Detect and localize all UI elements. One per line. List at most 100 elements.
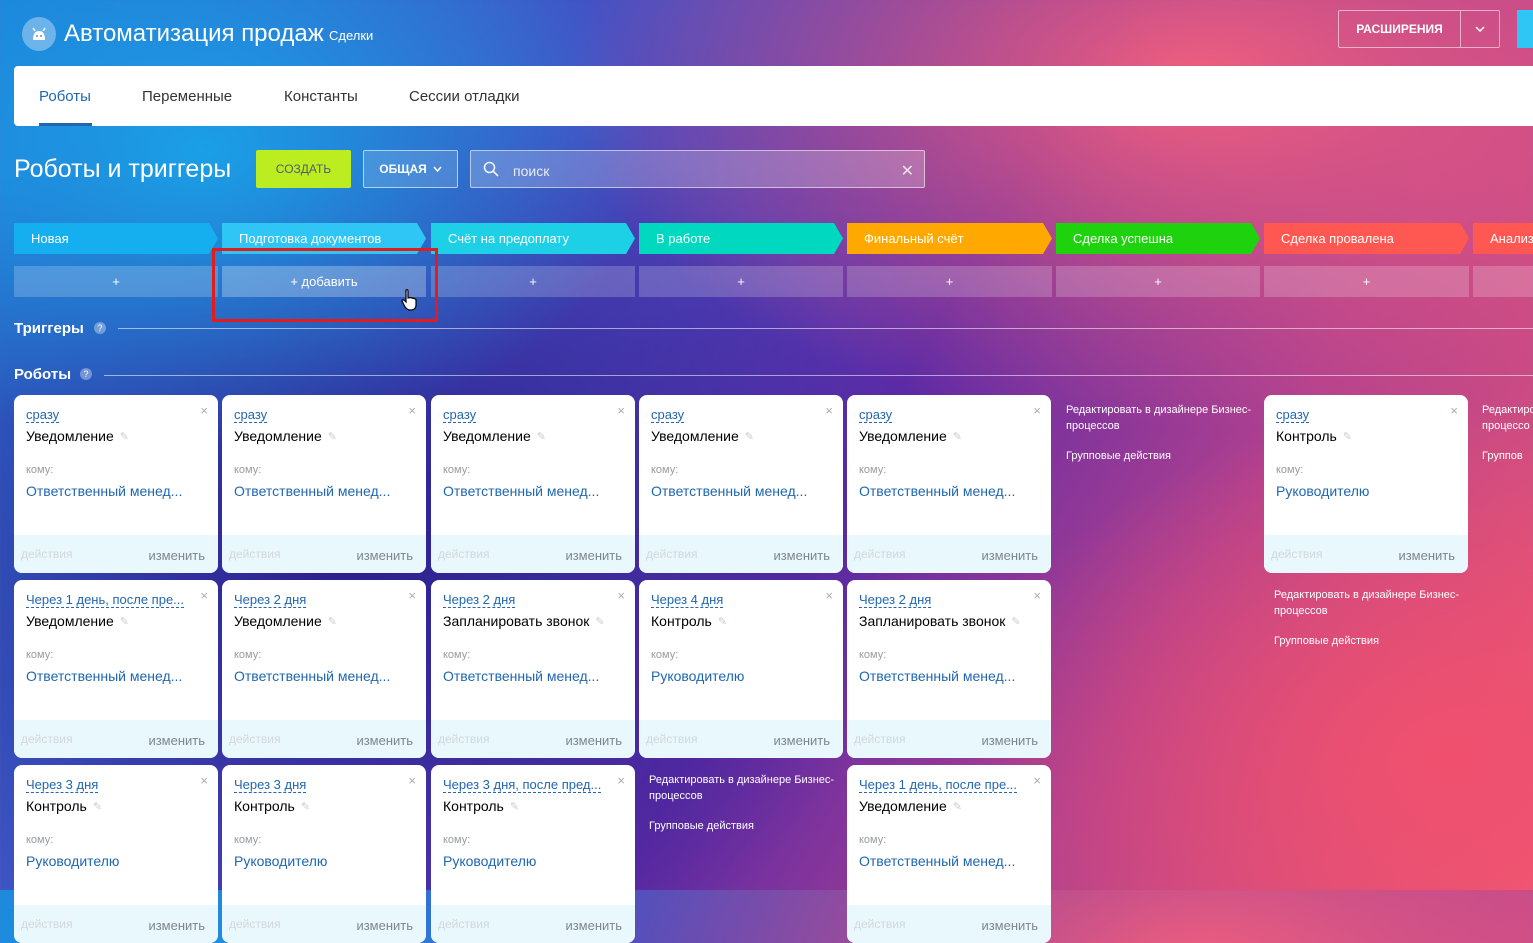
actions-link[interactable]: действия xyxy=(229,917,280,931)
pencil-icon[interactable]: ✎ xyxy=(745,430,754,443)
group-actions-link[interactable]: Групповые действия xyxy=(1274,633,1464,649)
robot-card[interactable]: Через 1 день, после пре... × Уведомление ✎ к… xyxy=(14,580,218,758)
recipient-link[interactable]: Руководителю xyxy=(234,853,327,869)
clear-icon[interactable]: ✕ xyxy=(901,161,914,181)
close-icon[interactable]: × xyxy=(200,403,208,418)
recipient-link[interactable]: Руководителю xyxy=(443,853,536,869)
close-icon[interactable]: × xyxy=(1033,773,1041,788)
recipient-link[interactable]: Ответственный менед... xyxy=(443,483,599,499)
robot-card[interactable]: сразу × Уведомление ✎ кому: Ответственный мен… xyxy=(431,395,635,573)
edit-link[interactable]: изменить xyxy=(148,918,205,933)
chevron-down-icon[interactable] xyxy=(1460,11,1499,47)
robot-card[interactable]: Через 3 дня, после пред... × Контроль ✎ кому… xyxy=(431,765,635,943)
tab-debug-sessions[interactable]: Сессии отладки xyxy=(409,88,519,105)
close-icon[interactable]: × xyxy=(200,773,208,788)
recipient-link[interactable]: Ответственный менед... xyxy=(859,668,1015,684)
add-trigger-button[interactable]: + xyxy=(1056,266,1260,297)
pencil-icon[interactable]: ✎ xyxy=(120,430,129,443)
robot-delay-link[interactable]: Через 3 дня xyxy=(26,777,99,793)
robot-delay-link[interactable]: Через 1 день, после пре... xyxy=(26,592,185,608)
robot-card[interactable]: Через 2 дня × Запланировать звонок ✎ кому: От… xyxy=(847,580,1051,758)
recipient-link[interactable]: Ответственный менед... xyxy=(234,668,390,684)
close-icon[interactable]: × xyxy=(1033,403,1041,418)
stage-in-work[interactable]: В работе xyxy=(639,223,843,254)
robot-delay-link[interactable]: Через 3 дня xyxy=(234,777,307,793)
robot-card[interactable]: сразу × Уведомление ✎ кому: Ответственный мен… xyxy=(14,395,218,573)
group-actions-link[interactable]: Групповые действия xyxy=(649,818,839,834)
recipient-link[interactable]: Ответственный менед... xyxy=(26,668,182,684)
edit-link[interactable]: изменить xyxy=(773,733,830,748)
add-trigger-button[interactable]: + xyxy=(847,266,1052,297)
robot-card[interactable]: сразу × Уведомление ✎ кому: Ответственный мен… xyxy=(222,395,426,573)
add-trigger-button[interactable]: + xyxy=(1264,266,1469,297)
close-icon[interactable]: × xyxy=(1033,588,1041,603)
pencil-icon[interactable]: ✎ xyxy=(718,615,727,628)
robot-delay-link[interactable]: сразу xyxy=(859,407,893,423)
actions-link[interactable]: действия xyxy=(646,547,697,561)
actions-link[interactable]: действия xyxy=(646,732,697,746)
close-icon[interactable]: × xyxy=(825,588,833,603)
close-icon[interactable]: × xyxy=(408,588,416,603)
robot-card[interactable]: Через 3 дня × Контроль ✎ кому: Руководителю де… xyxy=(222,765,426,943)
close-icon[interactable]: × xyxy=(408,403,416,418)
recipient-link[interactable]: Руководителю xyxy=(651,668,744,684)
close-icon[interactable]: × xyxy=(825,403,833,418)
actions-link[interactable]: действия xyxy=(854,547,905,561)
robot-card[interactable]: сразу × Уведомление ✎ кому: Ответственный мен… xyxy=(847,395,1051,573)
pencil-icon[interactable]: ✎ xyxy=(953,430,962,443)
actions-link[interactable]: действия xyxy=(438,547,489,561)
close-icon[interactable]: × xyxy=(617,773,625,788)
actions-link[interactable]: действия xyxy=(21,917,72,931)
designer-link[interactable]: Редактировать в дизайнере Бизнес-процесс… xyxy=(1274,589,1459,617)
add-trigger-button[interactable]: + xyxy=(431,266,635,297)
pencil-icon[interactable]: ✎ xyxy=(301,800,310,813)
recipient-link[interactable]: Ответственный менед... xyxy=(234,483,390,499)
pencil-icon[interactable]: ✎ xyxy=(1343,430,1352,443)
edit-link[interactable]: изменить xyxy=(356,918,413,933)
stage-lost[interactable]: Сделка провалена xyxy=(1264,223,1469,254)
recipient-link[interactable]: Ответственный менед... xyxy=(651,483,807,499)
create-button[interactable]: СОЗДАТЬ xyxy=(256,150,351,188)
pencil-icon[interactable]: ✎ xyxy=(537,430,546,443)
group-actions-link[interactable]: Группов xyxy=(1482,448,1533,464)
edit-link[interactable]: изменить xyxy=(981,733,1038,748)
app-subtitle[interactable]: Сделки xyxy=(329,28,373,43)
robot-delay-link[interactable]: Через 2 дня xyxy=(859,592,932,608)
robot-delay-link[interactable]: сразу xyxy=(1276,407,1310,423)
actions-link[interactable]: действия xyxy=(229,547,280,561)
close-icon[interactable]: × xyxy=(408,773,416,788)
add-trigger-button[interactable]: + xyxy=(639,266,843,297)
stage-prepay[interactable]: Счёт на предоплату xyxy=(431,223,635,254)
pencil-icon[interactable]: ✎ xyxy=(953,800,962,813)
recipient-link[interactable]: Ответственный менед... xyxy=(26,483,182,499)
robot-delay-link[interactable]: сразу xyxy=(443,407,477,423)
close-icon[interactable]: × xyxy=(617,588,625,603)
actions-link[interactable]: действия xyxy=(1271,547,1322,561)
close-icon[interactable]: × xyxy=(1450,403,1458,418)
recipient-link[interactable]: Ответственный менед... xyxy=(443,668,599,684)
actions-link[interactable]: действия xyxy=(229,732,280,746)
close-icon[interactable]: × xyxy=(617,403,625,418)
tab-robots[interactable]: Роботы xyxy=(39,88,91,105)
actions-link[interactable]: действия xyxy=(21,732,72,746)
tab-variables[interactable]: Переменные xyxy=(142,88,232,105)
robot-card[interactable]: Через 2 дня × Уведомление ✎ кому: Ответственн… xyxy=(222,580,426,758)
pencil-icon[interactable]: ✎ xyxy=(328,615,337,628)
stage-analysis[interactable]: Анализ xyxy=(1473,223,1533,254)
edit-link[interactable]: изменить xyxy=(565,733,622,748)
edit-link[interactable]: изменить xyxy=(981,548,1038,563)
actions-link[interactable]: действия xyxy=(854,917,905,931)
general-dropdown[interactable]: ОБЩАЯ xyxy=(363,150,458,188)
actions-link[interactable]: действия xyxy=(438,917,489,931)
actions-link[interactable]: действия xyxy=(438,732,489,746)
stage-final-invoice[interactable]: Финальный счёт xyxy=(847,223,1052,254)
search-input[interactable] xyxy=(511,160,895,182)
edit-link[interactable]: изменить xyxy=(565,548,622,563)
recipient-link[interactable]: Ответственный менед... xyxy=(859,483,1015,499)
robot-delay-link[interactable]: Через 2 дня xyxy=(234,592,307,608)
robot-card[interactable]: сразу × Уведомление ✎ кому: Ответственный мен… xyxy=(639,395,843,573)
robot-delay-link[interactable]: Через 4 дня xyxy=(651,592,724,608)
edit-link[interactable]: изменить xyxy=(1398,548,1455,563)
pencil-icon[interactable]: ✎ xyxy=(510,800,519,813)
group-actions-link[interactable]: Групповые действия xyxy=(1066,448,1256,464)
